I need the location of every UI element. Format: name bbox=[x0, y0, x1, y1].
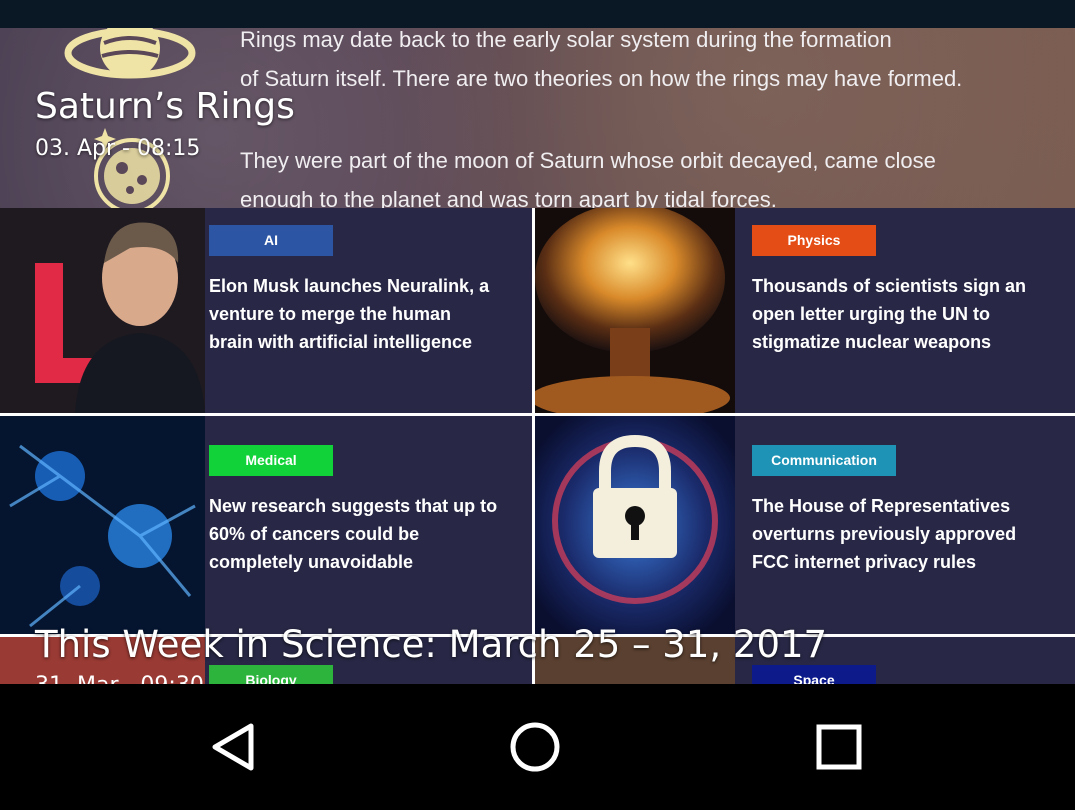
category-badge-space: Space bbox=[752, 665, 876, 684]
article-date: 03. Apr - 08:15 bbox=[35, 136, 201, 161]
elon-musk-photo bbox=[0, 208, 205, 413]
collage-tile-communication: Communication The House of Representativ… bbox=[535, 416, 1075, 634]
back-button[interactable] bbox=[188, 714, 278, 780]
headline-line: 60% of cancers could be bbox=[209, 524, 420, 544]
triangle-back-icon bbox=[212, 723, 254, 771]
headline-line: completely unavoidable bbox=[209, 552, 414, 572]
category-badge-biology: Biology bbox=[209, 665, 333, 684]
headline-line: FCC internet privacy rules bbox=[752, 552, 977, 572]
headline-line: Thousands of scientists sign an bbox=[752, 276, 1027, 296]
collage-tile-ai: AI Elon Musk launches Neuralink, a ventu… bbox=[0, 208, 532, 413]
image-text-line-1: Rings may date back to the early solar s… bbox=[240, 28, 892, 52]
article-card-this-week-in-science[interactable]: AI Elon Musk launches Neuralink, a ventu… bbox=[0, 208, 1075, 684]
headline-line: venture to merge the human bbox=[209, 304, 452, 324]
home-button[interactable] bbox=[490, 714, 580, 780]
headline-line: Elon Musk launches Neuralink, a bbox=[209, 276, 490, 296]
collage-tile-medical: Medical New research suggests that up to… bbox=[0, 416, 532, 634]
nuclear-explosion-photo bbox=[535, 208, 735, 413]
headline-line: brain with artificial intelligence bbox=[209, 332, 473, 352]
image-text-line-4: enough to the planet and was torn apart … bbox=[240, 187, 777, 208]
article-date: 31. Mar - 09:30 bbox=[35, 673, 204, 684]
article-card-saturns-rings[interactable]: Rings may date back to the early solar s… bbox=[0, 28, 1075, 208]
article-title: Saturn’s Rings bbox=[35, 86, 295, 127]
square-recents-icon bbox=[816, 724, 862, 770]
cancer-cells-photo bbox=[0, 416, 205, 634]
status-bar bbox=[0, 0, 1075, 28]
headline-line: The House of Representatives bbox=[752, 496, 1011, 516]
headline-line: overturns previously approved bbox=[752, 524, 1017, 544]
category-badge-communication: Communication bbox=[752, 445, 896, 476]
security-lock-photo bbox=[535, 416, 735, 634]
headline-line: New research suggests that up to bbox=[209, 496, 498, 516]
recents-button[interactable] bbox=[794, 714, 884, 780]
article-title: This Week in Science: March 25 – 31, 201… bbox=[35, 623, 828, 666]
image-text-line-3: They were part of the moon of Saturn who… bbox=[240, 148, 936, 173]
headline-line: open letter urging the UN to bbox=[752, 304, 990, 324]
image-text-line-2: of Saturn itself. There are two theories… bbox=[240, 66, 963, 91]
headline-line: stigmatize nuclear weapons bbox=[752, 332, 992, 352]
category-badge-physics: Physics bbox=[752, 225, 876, 256]
navigation-bar bbox=[0, 684, 1075, 810]
category-badge-ai: AI bbox=[209, 225, 333, 256]
collage-tile-physics: Physics Thousands of scientists sign an … bbox=[535, 208, 1075, 413]
circle-home-icon bbox=[510, 722, 560, 772]
category-badge-medical: Medical bbox=[209, 445, 333, 476]
